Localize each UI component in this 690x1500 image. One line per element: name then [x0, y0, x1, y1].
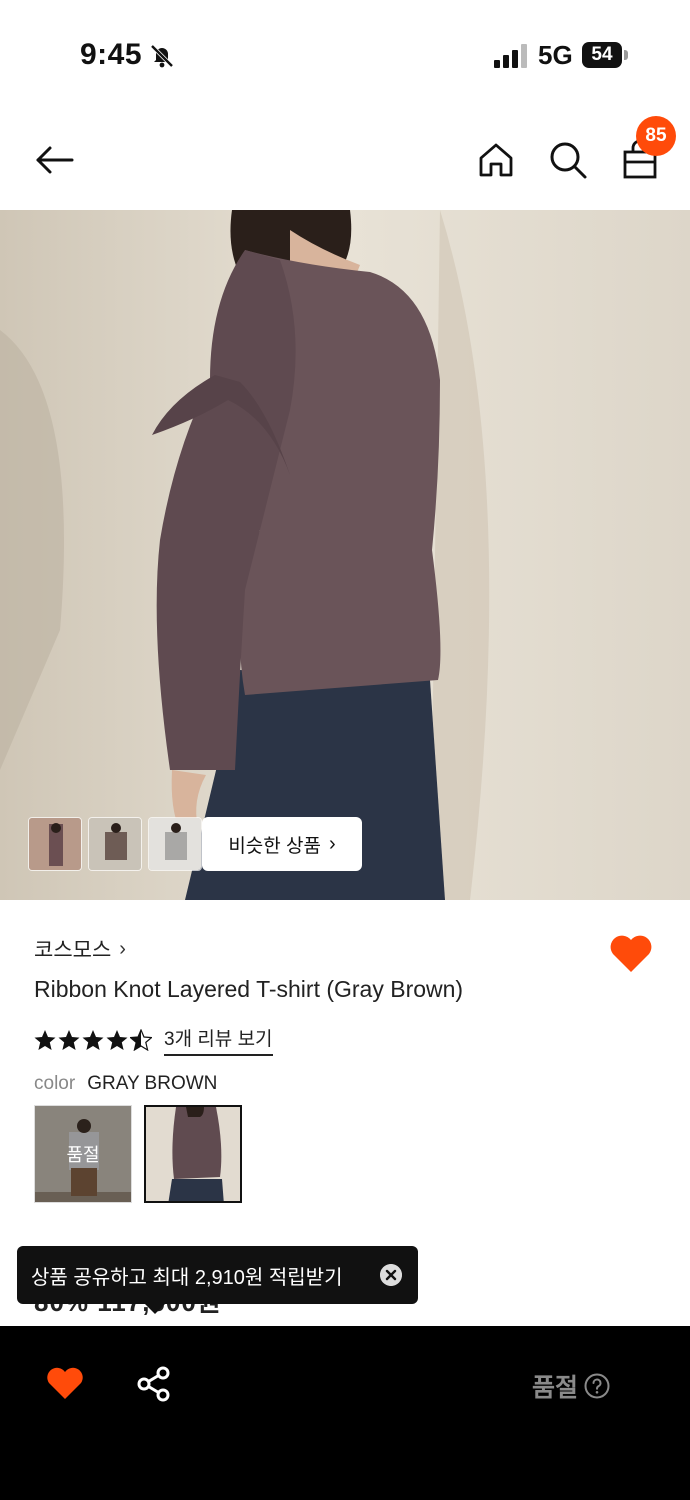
star-icon: [82, 1030, 104, 1050]
tooltip-tail: [143, 1302, 167, 1314]
soldout-tag: 품절: [35, 1106, 131, 1202]
product-title: Ribbon Knot Layered T-shirt (Gray Brown): [34, 976, 464, 1002]
star-half-icon: [130, 1029, 152, 1051]
color-swatches: 품절: [34, 1105, 242, 1203]
status-time: 9:45: [80, 38, 143, 71]
star-icon: [106, 1030, 128, 1050]
signal-icon: [494, 44, 527, 68]
chevron-right-icon: ›: [119, 937, 126, 960]
battery-tip: [624, 50, 628, 60]
share-icon[interactable]: [136, 1366, 172, 1402]
bell-off-icon: [150, 44, 174, 68]
thumbnail-image: [89, 818, 141, 870]
star-icon: [58, 1030, 80, 1050]
network-type: 5G: [538, 40, 573, 70]
similar-products-label: 비슷한 상품: [228, 835, 321, 857]
color-swatch-gray-brown[interactable]: [144, 1105, 242, 1203]
status-bar: 9:45 5G 54: [0, 0, 690, 110]
chevron-right-icon: ›: [329, 832, 336, 855]
color-row: color GRAY BROWN: [34, 1073, 217, 1095]
similar-products-button[interactable]: 비슷한 상품 ›: [202, 817, 362, 871]
thumbnail-1[interactable]: [28, 817, 82, 871]
bottom-action-bar: [0, 1326, 690, 1500]
heart-icon[interactable]: [46, 1366, 84, 1400]
thumbnail-2[interactable]: [88, 817, 142, 871]
image-thumbnails: [28, 817, 202, 871]
brand-link[interactable]: 코스모스 ›: [34, 934, 126, 964]
heart-icon[interactable]: [608, 932, 654, 974]
back-arrow-icon[interactable]: [32, 138, 76, 182]
share-reward-tooltip: 상품 공유하고 최대 2,910원 적립받기: [17, 1246, 418, 1314]
soldout-button[interactable]: 품절: [532, 1368, 610, 1404]
color-value: GRAY BROWN: [87, 1073, 218, 1094]
color-swatch-gray[interactable]: 품절: [34, 1105, 132, 1203]
top-nav: [0, 110, 690, 210]
thumbnail-3[interactable]: [148, 817, 202, 871]
swatch-image: [146, 1107, 240, 1201]
thumbnail-image: [29, 818, 81, 870]
soldout-label: 품절: [532, 1374, 579, 1402]
color-label: color: [34, 1073, 76, 1094]
tooltip-text: 상품 공유하고 최대 2,910원 적립받기: [31, 1266, 343, 1289]
rating-row: 3개 리뷰 보기: [34, 1024, 273, 1056]
review-link[interactable]: 3개 리뷰 보기: [164, 1024, 273, 1056]
product-image[interactable]: [0, 210, 690, 900]
search-icon[interactable]: [546, 138, 590, 182]
brand-name: 코스모스: [34, 939, 112, 962]
home-icon[interactable]: [474, 138, 518, 182]
star-rating: [34, 1029, 152, 1051]
help-icon[interactable]: [584, 1373, 610, 1399]
star-icon: [34, 1030, 56, 1050]
cart-count-badge: 85: [636, 116, 676, 156]
product-photo: [0, 210, 690, 900]
close-icon[interactable]: [380, 1264, 402, 1286]
thumbnail-image: [149, 818, 201, 870]
battery-indicator: 54: [582, 42, 622, 68]
